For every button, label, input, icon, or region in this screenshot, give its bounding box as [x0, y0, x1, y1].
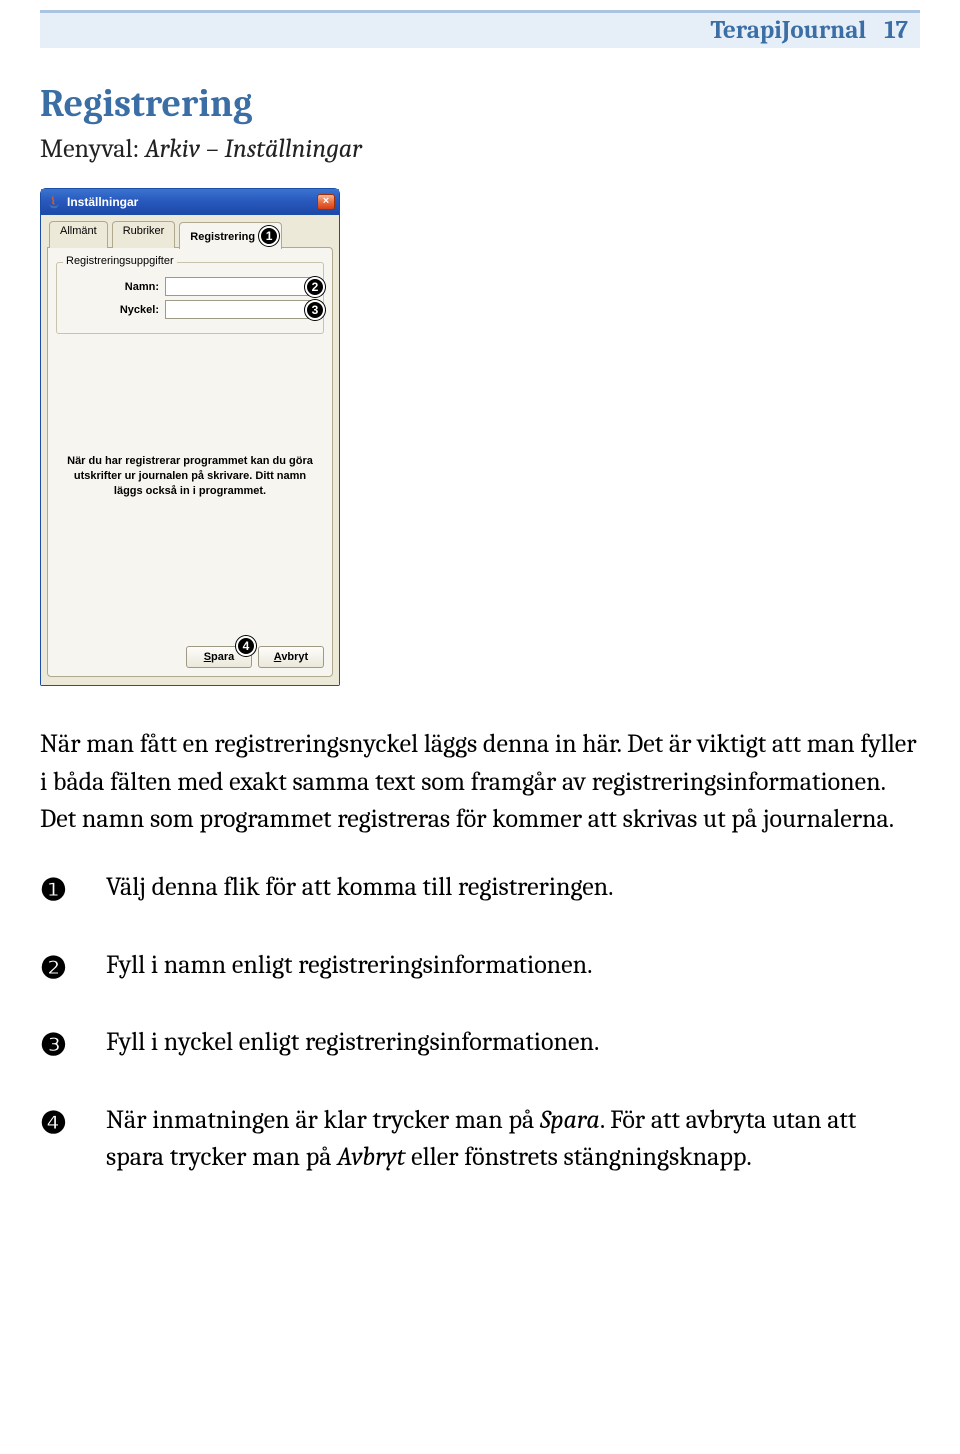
dialog-title: Inställningar — [67, 195, 317, 209]
label-key: Nyckel: — [65, 304, 165, 316]
group-registration-details: Registreringsuppgifter Namn: 2 Nyckel: 3 — [56, 262, 324, 334]
body-paragraph: När man fått en registreringsnyckel lägg… — [40, 726, 920, 839]
section-title: Registrering — [40, 82, 920, 126]
cancel-button[interactable]: Avbryt — [258, 646, 324, 668]
java-icon — [47, 195, 61, 209]
menu-path: Menyval: Arkiv – Inställningar — [40, 134, 920, 164]
step-text: När inmatningen är klar trycker man på S… — [106, 1102, 920, 1177]
page-header: TerapiJournal 17 — [40, 10, 920, 48]
step-list: ❶ Välj denna flik för att komma till reg… — [40, 869, 920, 1177]
step-text: Välj denna flik för att komma till regis… — [106, 869, 920, 913]
callout-2: 2 — [305, 277, 325, 297]
dialog-body: Allmänt Rubriker Registrering 1 Registrer… — [41, 215, 339, 685]
tab-strip: Allmänt Rubriker Registrering 1 — [49, 221, 333, 248]
step-number: ❷ — [40, 947, 106, 991]
step-1: ❶ Välj denna flik för att komma till reg… — [40, 869, 920, 913]
tab-registration-label: Registrering — [190, 231, 255, 243]
callout-4: 4 — [236, 636, 256, 656]
menu-path-prefix: Menyval: — [40, 134, 145, 164]
label-name: Namn: — [65, 281, 165, 293]
dialog-titlebar: Inställningar × — [41, 189, 339, 215]
settings-dialog-screenshot: Inställningar × Allmänt Rubriker Registr… — [40, 188, 340, 686]
input-name[interactable] — [165, 277, 315, 296]
step-text: Fyll i namn enligt registreringsinformat… — [106, 947, 920, 991]
step-text: Fyll i nyckel enligt registreringsinform… — [106, 1024, 920, 1068]
step-3: ❸ Fyll i nyckel enligt registreringsinfo… — [40, 1024, 920, 1068]
tab-general[interactable]: Allmänt — [49, 221, 108, 248]
input-key[interactable] — [165, 300, 315, 319]
header-title: TerapiJournal — [710, 16, 866, 45]
group-legend: Registreringsuppgifter — [63, 255, 177, 267]
settings-dialog: Inställningar × Allmänt Rubriker Registr… — [40, 188, 340, 686]
row-name: Namn: 2 — [65, 277, 315, 296]
callout-3: 3 — [305, 300, 325, 320]
dialog-footer: Spara 4 Avbryt — [186, 646, 324, 668]
step-number: ❶ — [40, 869, 106, 913]
step-4: ❹ När inmatningen är klar trycker man på… — [40, 1102, 920, 1177]
tab-headings[interactable]: Rubriker — [112, 221, 176, 248]
cancel-label-rest: vbryt — [281, 651, 308, 663]
step-number: ❸ — [40, 1024, 106, 1068]
page-number: 17 — [884, 16, 908, 45]
save-label-rest: para — [211, 651, 234, 663]
step-number: ❹ — [40, 1102, 106, 1177]
tab-registration[interactable]: Registrering 1 — [179, 222, 282, 249]
close-icon[interactable]: × — [317, 194, 335, 210]
tab-panel-registration: Registreringsuppgifter Namn: 2 Nyckel: 3 — [47, 247, 333, 677]
row-key: Nyckel: 3 — [65, 300, 315, 319]
menu-path-value: Arkiv – Inställningar — [145, 134, 362, 164]
callout-1: 1 — [259, 226, 279, 246]
info-text: När du har registrerar programmet kan du… — [56, 454, 324, 499]
step-2: ❷ Fyll i namn enligt registreringsinform… — [40, 947, 920, 991]
